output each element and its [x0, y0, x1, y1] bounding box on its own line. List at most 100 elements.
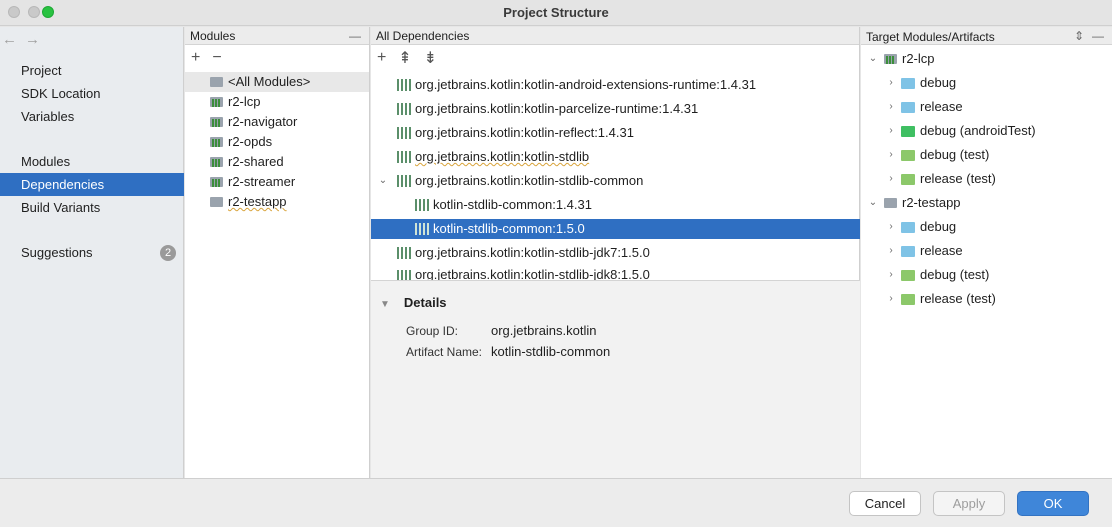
test-folder-icon [901, 149, 915, 161]
chevron-right-icon[interactable]: › [885, 169, 897, 189]
module-item-r2-shared[interactable]: r2-shared [185, 152, 369, 172]
artifact-name-label: Artifact Name: [406, 345, 483, 359]
module-item-r2-streamer[interactable]: r2-streamer [185, 172, 369, 192]
chevron-down-icon[interactable]: ⌄ [867, 193, 879, 213]
test-folder-icon [901, 125, 915, 137]
target-label: debug (test) [920, 267, 990, 282]
artifact-name-value: kotlin-stdlib-common [491, 344, 611, 359]
sidebar-item-modules[interactable]: Modules [0, 150, 184, 173]
sidebar-item-build-variants[interactable]: Build Variants [0, 196, 184, 219]
target-label: release (test) [920, 291, 996, 306]
folder-icon [901, 245, 915, 257]
dependencies-panel: All Dependencies + ⇞ ⇟ org.jetbrains.kot… [371, 27, 860, 478]
target-module-r2-lcp[interactable]: ⌄ r2-lcp [867, 49, 935, 69]
apply-button[interactable]: Apply [933, 491, 1005, 516]
target-module-r2-testapp[interactable]: ⌄ r2-testapp [867, 193, 961, 213]
module-item-all[interactable]: <All Modules> [185, 72, 369, 92]
module-label: r2-opds [228, 134, 273, 149]
sidebar-item-dependencies[interactable]: Dependencies [0, 173, 184, 196]
module-label: r2-shared [228, 154, 284, 169]
app-module-icon [883, 196, 899, 210]
target-artifact-row[interactable]: › debug [885, 73, 956, 93]
module-item-r2-opds[interactable]: r2-opds [185, 132, 369, 152]
target-artifact-row[interactable]: › release (test) [885, 289, 996, 309]
sidebar-item-suggestions[interactable]: Suggestions 2 [0, 241, 184, 264]
module-label: <All Modules> [228, 74, 311, 89]
target-label: release [920, 243, 963, 258]
dependency-version-row[interactable]: kotlin-stdlib-common:1.4.31 [371, 195, 860, 215]
target-label: r2-lcp [902, 51, 935, 66]
expand-all-icon[interactable]: ⇞ [398, 48, 411, 68]
folder-icon [901, 77, 915, 89]
module-icon [209, 155, 225, 169]
sidebar: ← → Project SDK Location Variables Module… [0, 27, 184, 478]
collapse-all-icon[interactable]: ⇟ [424, 48, 437, 68]
folder-icon [901, 101, 915, 113]
target-artifact-row[interactable]: › debug (test) [885, 145, 989, 165]
module-item-r2-navigator[interactable]: r2-navigator [185, 112, 369, 132]
cancel-button[interactable]: Cancel [849, 491, 921, 516]
test-folder-icon [901, 293, 915, 305]
module-label: r2-testapp [228, 194, 287, 209]
details-header[interactable]: ▼ Details [380, 295, 447, 310]
library-icon [415, 223, 429, 235]
chevron-right-icon[interactable]: › [885, 145, 897, 165]
add-dependency-icon[interactable]: + [377, 49, 386, 67]
dependency-row[interactable]: org.jetbrains.kotlin:kotlin-stdlib-jdk7:… [371, 243, 860, 263]
dependency-row-expanded[interactable]: ⌄ org.jetbrains.kotlin:kotlin-stdlib-com… [371, 171, 860, 191]
target-artifact-row[interactable]: › debug [885, 217, 956, 237]
library-icon [397, 127, 411, 139]
modules-toolbar: + − [185, 45, 369, 71]
test-folder-icon [901, 269, 915, 281]
dependency-label: kotlin-stdlib-common:1.5.0 [433, 221, 585, 236]
minimize-panel-icon[interactable]: — [1092, 27, 1104, 45]
library-icon [397, 247, 411, 259]
dependency-version-row-selected[interactable]: kotlin-stdlib-common:1.5.0 [371, 219, 860, 239]
target-artifact-row[interactable]: › release [885, 241, 963, 261]
test-folder-icon [901, 173, 915, 185]
target-artifact-row[interactable]: › debug (androidTest) [885, 121, 1035, 141]
app-module-icon [209, 195, 225, 209]
back-arrow-icon[interactable]: ← [2, 31, 17, 48]
chevron-right-icon[interactable]: › [885, 97, 897, 117]
dependency-row[interactable]: org.jetbrains.kotlin:kotlin-parcelize-ru… [371, 99, 860, 119]
target-artifact-row[interactable]: › debug (test) [885, 265, 989, 285]
suggestions-count-badge: 2 [160, 245, 176, 261]
sidebar-item-sdk-location[interactable]: SDK Location [0, 82, 184, 105]
triangle-down-icon[interactable]: ▼ [380, 299, 390, 310]
remove-module-icon[interactable]: − [212, 49, 221, 67]
forward-arrow-icon[interactable]: → [25, 31, 40, 48]
chevron-right-icon[interactable]: › [885, 73, 897, 93]
dependency-row[interactable]: org.jetbrains.kotlin:kotlin-stdlib [371, 147, 860, 167]
module-icon [209, 175, 225, 189]
chevron-right-icon[interactable]: › [885, 289, 897, 309]
chevron-right-icon[interactable]: › [885, 265, 897, 285]
modules-panel: Modules — + − <All Modules> r2-lcp r2-na… [185, 27, 370, 478]
chevron-right-icon[interactable]: › [885, 241, 897, 261]
dependency-label: org.jetbrains.kotlin:kotlin-stdlib-jdk8:… [415, 267, 650, 280]
chevron-down-icon[interactable]: ⌄ [377, 171, 389, 191]
chevron-down-icon[interactable]: ⌄ [867, 49, 879, 69]
library-icon [397, 103, 411, 115]
sidebar-item-variables[interactable]: Variables [0, 105, 184, 128]
minimize-panel-icon[interactable]: — [349, 27, 361, 45]
expand-collapse-icon[interactable]: ⇕ [1074, 27, 1084, 45]
add-module-icon[interactable]: + [191, 49, 200, 67]
module-label: r2-navigator [228, 114, 298, 129]
sidebar-item-project[interactable]: Project [0, 59, 184, 82]
dependency-row[interactable]: org.jetbrains.kotlin:kotlin-stdlib-jdk8:… [371, 267, 860, 280]
dependency-row[interactable]: org.jetbrains.kotlin:kotlin-android-exte… [371, 75, 860, 95]
details-section: ▼ Details Group ID: org.jetbrains.kotlin … [371, 280, 860, 478]
module-item-r2-testapp[interactable]: r2-testapp [185, 192, 369, 212]
modules-panel-header: Modules — [185, 27, 369, 45]
chevron-right-icon[interactable]: › [885, 121, 897, 141]
module-item-r2-lcp[interactable]: r2-lcp [185, 92, 369, 112]
folder-icon [901, 221, 915, 233]
module-label: r2-lcp [228, 94, 261, 109]
dependency-label: org.jetbrains.kotlin:kotlin-stdlib-jdk7:… [415, 245, 650, 260]
chevron-right-icon[interactable]: › [885, 217, 897, 237]
target-artifact-row[interactable]: › release (test) [885, 169, 996, 189]
target-artifact-row[interactable]: › release [885, 97, 962, 117]
dependency-row[interactable]: org.jetbrains.kotlin:kotlin-reflect:1.4.… [371, 123, 860, 143]
ok-button[interactable]: OK [1017, 491, 1089, 516]
